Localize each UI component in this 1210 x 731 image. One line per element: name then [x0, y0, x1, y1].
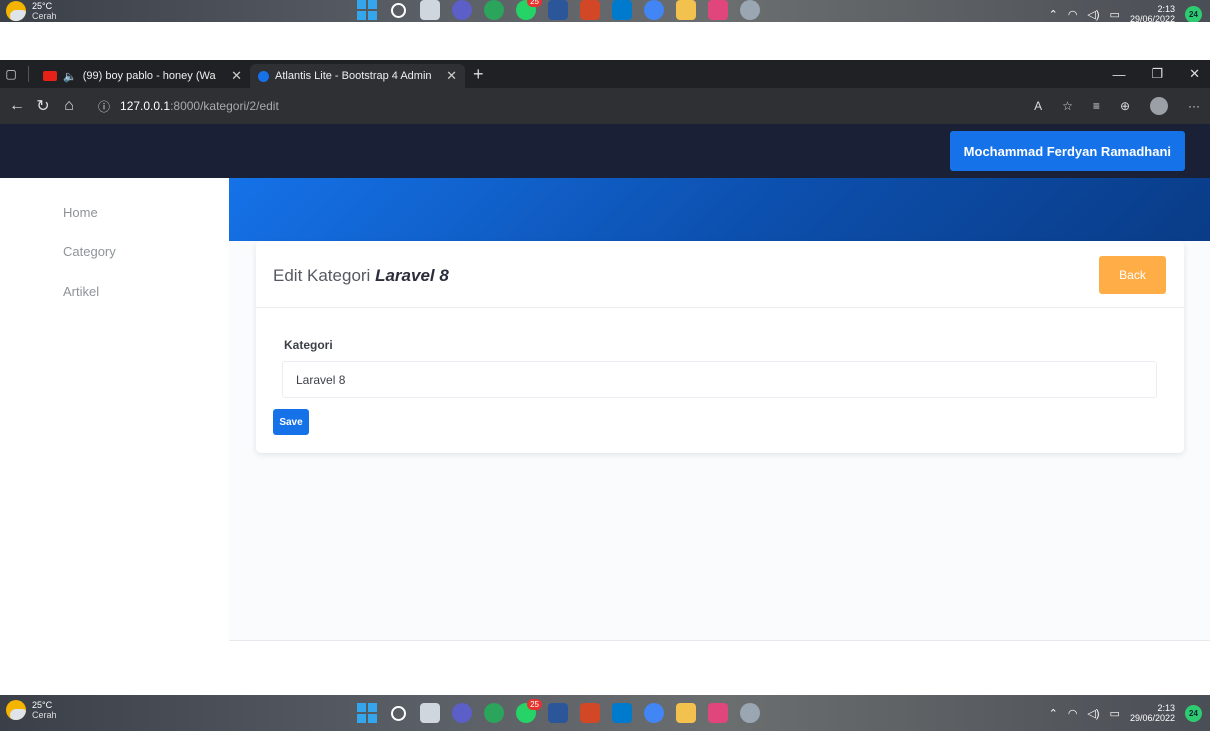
chevron-up-icon[interactable]: ⌃ [1049, 707, 1058, 720]
wifi-icon[interactable]: ◠ [1068, 8, 1078, 21]
vscode-icon[interactable] [612, 703, 632, 723]
file-explorer-icon[interactable] [676, 703, 696, 723]
whatsapp-icon[interactable]: 25 [516, 0, 542, 20]
xampp-icon[interactable] [708, 0, 728, 20]
chevron-up-icon[interactable]: ⌃ [1049, 8, 1058, 21]
task-view-icon[interactable] [420, 0, 440, 20]
speaker-icon[interactable]: 🔈 [63, 70, 77, 83]
kategori-label: Kategori [284, 338, 333, 352]
user-profile-button[interactable]: Mochammad Ferdyan Ramadhani [949, 131, 1185, 171]
chrome-icon[interactable] [644, 0, 664, 20]
settings-icon[interactable] [740, 0, 760, 20]
page-title: Edit Kategori Laravel 8 [273, 266, 449, 285]
weather-temp: 25°C [32, 1, 53, 11]
taskbar-bottom: 25°C Cerah 25 ⌃ ◠ ◁) ▭ 2:13 29/06/2022 2… [0, 695, 1210, 731]
main-content: Edit Kategori Laravel 8 Back Kategori Sa… [229, 178, 1210, 695]
footer [229, 641, 1210, 695]
weather-temp: 25°C [32, 700, 53, 710]
minimize-icon[interactable]: — [1112, 67, 1125, 82]
weather-widget[interactable]: 25°C Cerah [6, 700, 57, 720]
weather-icon [6, 700, 26, 720]
task-view-icon[interactable] [420, 703, 440, 723]
teams-icon[interactable] [452, 0, 472, 20]
back-arrow-icon[interactable]: ← [4, 97, 30, 115]
taskbar-top: 25°C Cerah 25 ⌃ ◠ ◁) ▭ 2:13 29/06/2022 2… [0, 0, 1210, 24]
wifi-icon[interactable]: ◠ [1068, 707, 1078, 720]
tab-youtube[interactable]: 🔈 (99) boy pablo - honey (Wa ✕ [35, 64, 250, 88]
sidebar: Home Category Artikel [0, 178, 229, 695]
kategori-input[interactable] [282, 361, 1157, 398]
start-icon[interactable] [357, 703, 377, 723]
read-aloud-icon[interactable]: A [1034, 99, 1042, 113]
notification-badge[interactable]: 24 [1185, 5, 1202, 23]
clock[interactable]: 2:13 29/06/2022 [1130, 703, 1175, 723]
vscode-icon[interactable] [612, 0, 632, 20]
edit-card: Edit Kategori Laravel 8 Back Kategori Sa… [256, 241, 1184, 453]
word-icon[interactable] [548, 0, 568, 20]
close-icon[interactable]: ✕ [1189, 66, 1200, 82]
teams-icon[interactable] [452, 703, 472, 723]
sidebar-item-category[interactable]: Category [63, 244, 116, 259]
search-icon[interactable] [391, 2, 406, 18]
favorite-icon[interactable]: ☆ [1062, 99, 1073, 113]
chrome-icon[interactable] [644, 703, 664, 723]
sidebar-item-home[interactable]: Home [63, 205, 98, 220]
weather-icon [6, 1, 26, 21]
close-tab-icon[interactable]: ✕ [446, 68, 457, 84]
card-header: Edit Kategori Laravel 8 Back [256, 241, 1184, 308]
panel-header [229, 178, 1210, 241]
clock[interactable]: 2:13 29/06/2022 [1130, 4, 1175, 24]
xampp-icon[interactable] [708, 703, 728, 723]
weather-widget[interactable]: 25°C Cerah [6, 1, 57, 21]
close-tab-icon[interactable]: ✕ [231, 68, 242, 84]
weather-condition: Cerah [32, 710, 57, 720]
search-icon[interactable] [391, 705, 406, 721]
refresh-icon[interactable]: ↻ [30, 96, 56, 116]
battery-icon[interactable]: ▭ [1110, 707, 1120, 720]
whatsapp-icon[interactable]: 25 [516, 699, 542, 723]
volume-icon[interactable]: ◁) [1087, 8, 1099, 21]
url-input[interactable]: ⓘ 127.0.0.1:8000/kategori/2/edit [90, 93, 1040, 119]
browser-tab-bar: ▢ 🔈 (99) boy pablo - honey (Wa ✕ Atlanti… [0, 60, 1210, 88]
restore-icon[interactable]: ❐ [1151, 66, 1163, 82]
battery-icon[interactable]: ▭ [1110, 8, 1120, 21]
youtube-icon [43, 71, 57, 81]
settings-icon[interactable] [740, 703, 760, 723]
volume-icon[interactable]: ◁) [1087, 707, 1099, 720]
collections-icon[interactable]: ⊕ [1120, 99, 1130, 113]
file-explorer-icon[interactable] [676, 0, 696, 20]
notification-badge[interactable]: 24 [1185, 704, 1202, 722]
tab-atlantis[interactable]: Atlantis Lite - Bootstrap 4 Admin ✕ [250, 64, 465, 88]
save-button[interactable]: Save [273, 409, 309, 435]
info-icon[interactable]: ⓘ [98, 98, 110, 115]
favorites-list-icon[interactable]: ≡ [1093, 99, 1100, 113]
start-icon[interactable] [357, 0, 377, 20]
address-bar: ← ↻ ⌂ ⓘ 127.0.0.1:8000/kategori/2/edit A… [0, 88, 1210, 124]
profile-icon[interactable] [1150, 97, 1168, 115]
tab-actions-icon[interactable]: ▢ [0, 60, 22, 88]
sidebar-item-artikel[interactable]: Artikel [63, 284, 99, 299]
edge-icon[interactable] [484, 703, 504, 723]
new-tab-icon[interactable]: + [473, 64, 484, 85]
back-button[interactable]: Back [1099, 256, 1166, 294]
home-icon[interactable]: ⌂ [56, 97, 82, 115]
top-navbar: Mochammad Ferdyan Ramadhani [0, 124, 1210, 178]
powerpoint-icon[interactable] [580, 703, 600, 723]
atlantis-icon [258, 70, 269, 82]
edge-icon[interactable] [484, 0, 504, 20]
powerpoint-icon[interactable] [580, 0, 600, 20]
more-icon[interactable]: ··· [1188, 99, 1200, 113]
word-icon[interactable] [548, 703, 568, 723]
weather-condition: Cerah [32, 11, 57, 21]
